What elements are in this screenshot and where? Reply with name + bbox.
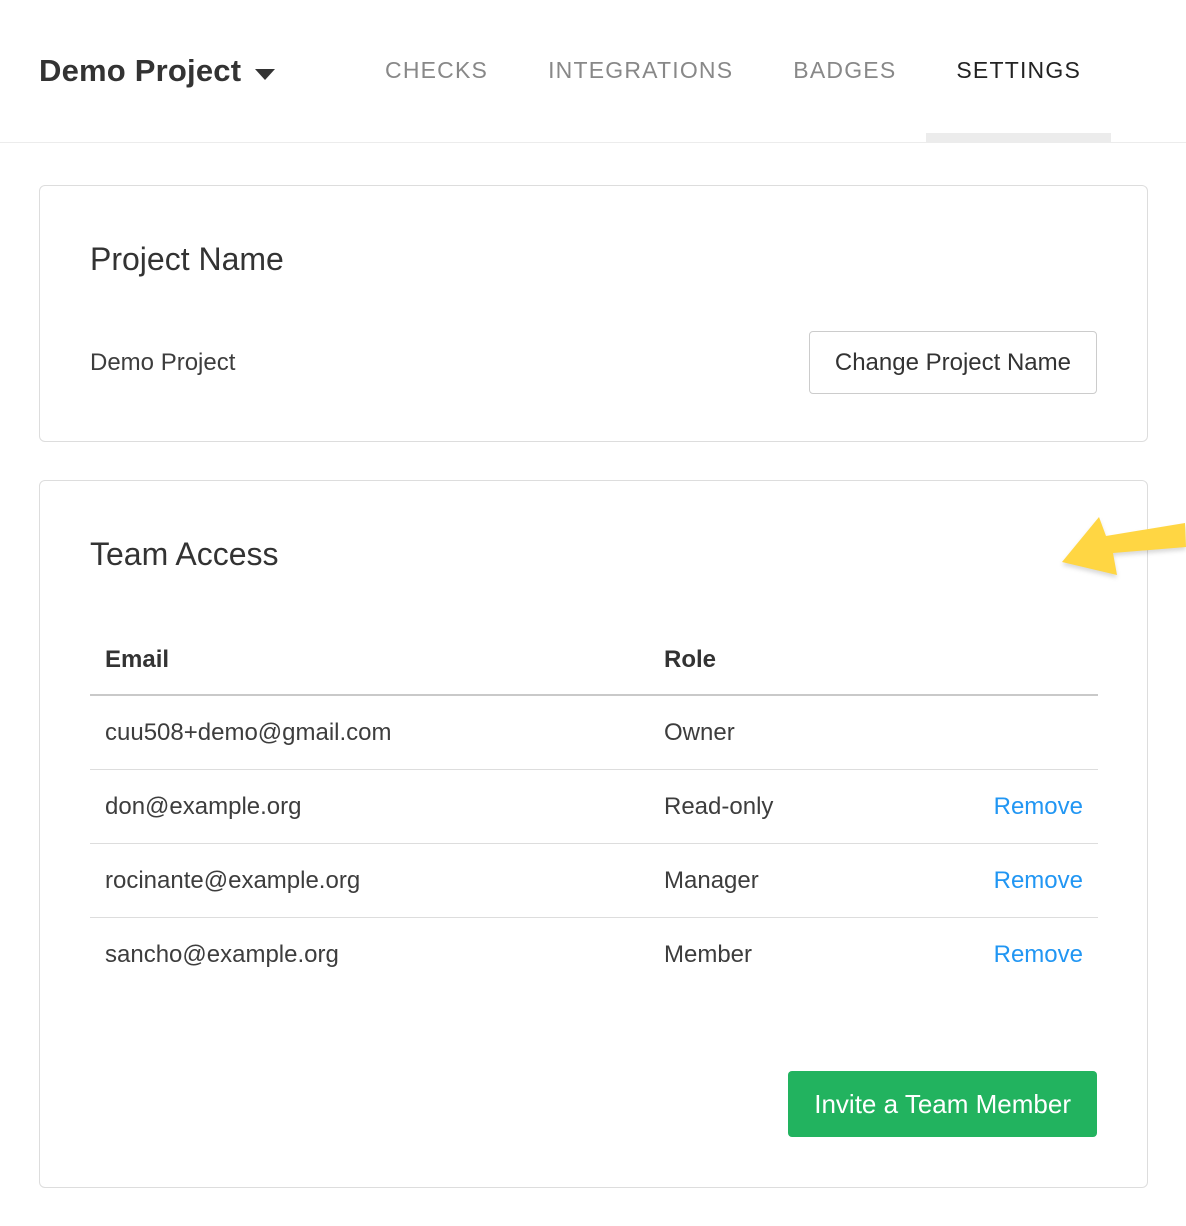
project-name-card: Project Name Demo Project Change Project…: [39, 185, 1148, 442]
team-access-card: Team Access Email Role cuu508+demo@gmail…: [39, 480, 1148, 1188]
team-member-row: sancho@example.org Member Remove: [90, 918, 1098, 992]
role-column-header: Role: [664, 630, 954, 695]
remove-member-link[interactable]: Remove: [994, 941, 1083, 968]
project-title: Demo Project: [39, 53, 241, 89]
team-table-body: cuu508+demo@gmail.com Owner don@example.…: [90, 695, 1098, 991]
team-member-row: cuu508+demo@gmail.com Owner: [90, 695, 1098, 770]
chevron-down-icon: [255, 69, 275, 80]
project-switcher[interactable]: Demo Project: [39, 53, 275, 89]
current-project-name: Demo Project: [90, 349, 235, 377]
member-actions-cell: Remove: [954, 844, 1098, 918]
member-email: sancho@example.org: [90, 918, 664, 992]
page: Demo Project CHECKS INTEGRATIONS BADGES …: [0, 0, 1186, 1226]
member-email: cuu508+demo@gmail.com: [90, 695, 664, 770]
nav-tabs: CHECKS INTEGRATIONS BADGES SETTINGS: [355, 0, 1111, 143]
actions-column-header: [954, 630, 1098, 695]
remove-member-link[interactable]: Remove: [994, 867, 1083, 894]
project-name-card-title: Project Name: [90, 242, 1097, 277]
change-project-name-button[interactable]: Change Project Name: [809, 331, 1097, 394]
invite-row: Invite a Team Member: [90, 1071, 1097, 1137]
member-actions-cell: Remove: [954, 918, 1098, 992]
tab-settings[interactable]: SETTINGS: [926, 0, 1111, 143]
team-members-table: Email Role cuu508+demo@gmail.com Owner d…: [90, 630, 1098, 991]
tab-badges[interactable]: BADGES: [763, 0, 926, 143]
member-email: rocinante@example.org: [90, 844, 664, 918]
member-role: Read-only: [664, 770, 954, 844]
top-nav: Demo Project CHECKS INTEGRATIONS BADGES …: [0, 0, 1186, 143]
tab-checks[interactable]: CHECKS: [355, 0, 518, 143]
invite-team-member-button[interactable]: Invite a Team Member: [788, 1071, 1097, 1137]
member-actions-cell: Remove: [954, 770, 1098, 844]
settings-content: Project Name Demo Project Change Project…: [0, 185, 1186, 1188]
remove-member-link[interactable]: Remove: [994, 793, 1083, 820]
member-role: Member: [664, 918, 954, 992]
team-access-card-title: Team Access: [90, 537, 1097, 572]
table-header-row: Email Role: [90, 630, 1098, 695]
member-role: Owner: [664, 695, 954, 770]
team-member-row: don@example.org Read-only Remove: [90, 770, 1098, 844]
team-member-row: rocinante@example.org Manager Remove: [90, 844, 1098, 918]
member-actions-cell: [954, 695, 1098, 770]
member-email: don@example.org: [90, 770, 664, 844]
email-column-header: Email: [90, 630, 664, 695]
project-name-row: Demo Project Change Project Name: [90, 331, 1097, 394]
tab-integrations[interactable]: INTEGRATIONS: [518, 0, 763, 143]
member-role: Manager: [664, 844, 954, 918]
